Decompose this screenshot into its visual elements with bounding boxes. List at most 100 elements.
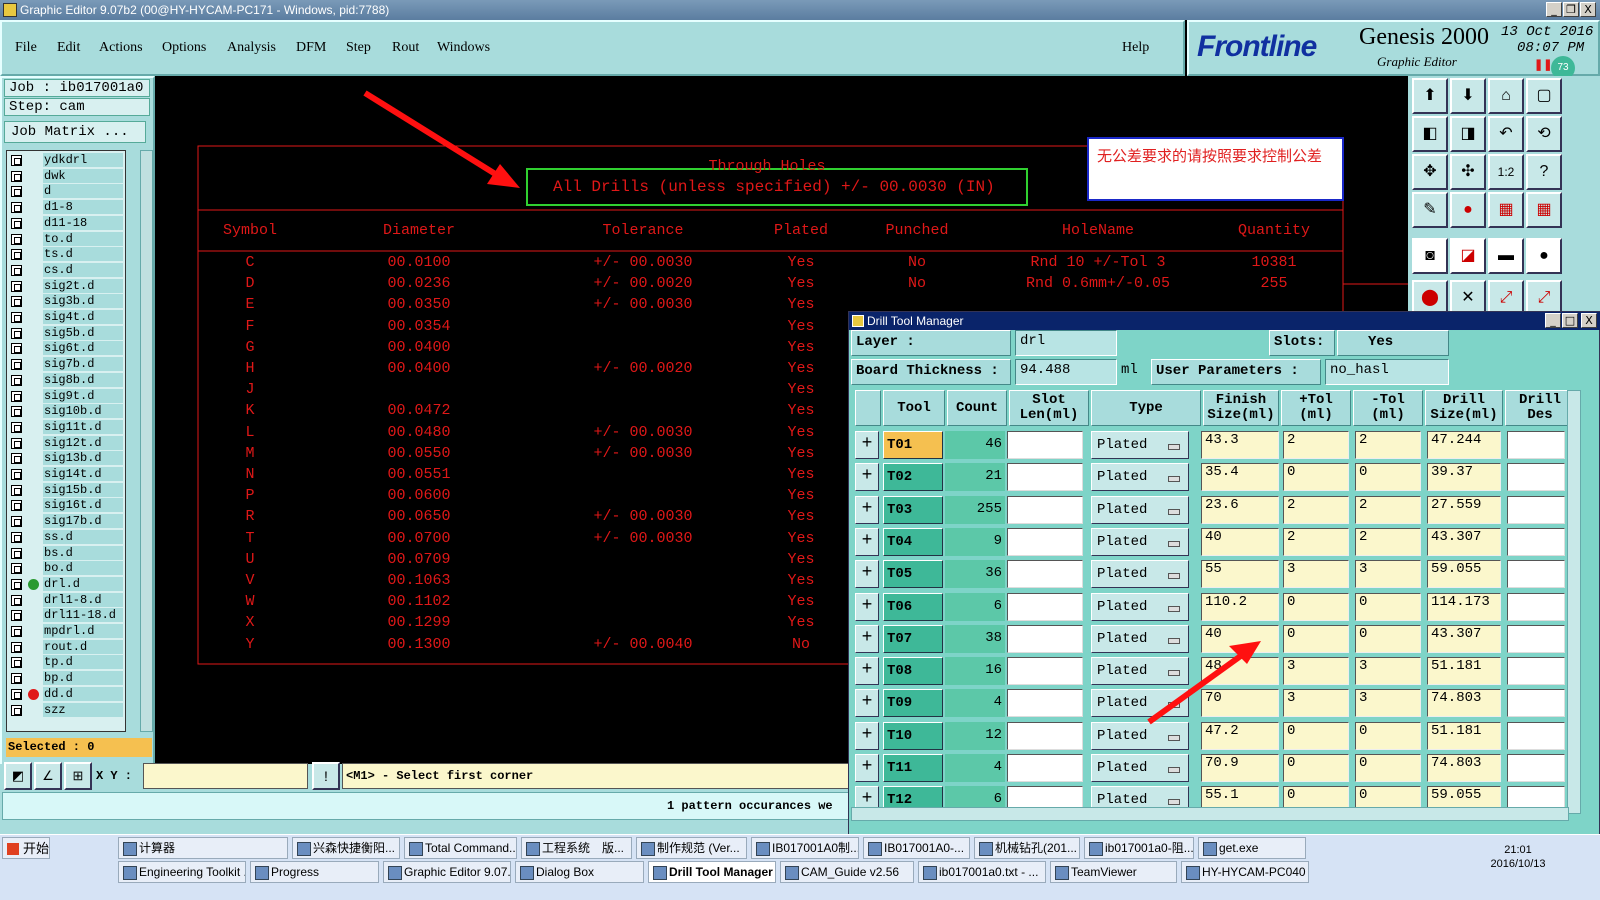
tool-cell[interactable]: T04 (883, 527, 943, 556)
select-tool-icon[interactable]: ◩ (4, 762, 32, 790)
user-parameters-field[interactable]: no_hasl (1325, 359, 1449, 385)
layer-checkbox[interactable] (11, 673, 22, 685)
record-icon[interactable]: ● (1526, 238, 1562, 274)
plus-tol-field[interactable]: 0 (1283, 754, 1349, 782)
layer-checkbox[interactable] (11, 170, 22, 182)
taskbar-item[interactable]: CAM_Guide v2.56 (780, 861, 914, 883)
slot-length-field[interactable] (1007, 431, 1083, 459)
layer-checkbox[interactable] (11, 626, 22, 637)
help-icon[interactable]: ? (1526, 154, 1562, 190)
type-dropdown[interactable]: Plated (1091, 592, 1189, 621)
finish-size-field[interactable]: 43.3 (1201, 431, 1279, 459)
finish-size-field[interactable]: 35.4 (1201, 463, 1279, 492)
taskbar-item[interactable]: Progress (250, 861, 379, 883)
drill-size-field[interactable]: 43.307 (1427, 624, 1501, 653)
layer-row[interactable]: bs.d (7, 545, 125, 561)
close-button[interactable]: X (1580, 2, 1596, 17)
menu-edit[interactable]: Edit (57, 40, 80, 56)
menu-actions[interactable]: Actions (99, 40, 143, 56)
layer-tool-icon[interactable]: ▦ (1488, 192, 1524, 228)
drill-size-field[interactable]: 114.173 (1427, 592, 1501, 621)
slot-length-field[interactable] (1007, 624, 1083, 653)
type-dropdown[interactable]: Plated (1091, 560, 1189, 589)
type-dropdown[interactable]: Plated (1091, 754, 1189, 782)
expand-row-button[interactable]: + (855, 624, 879, 653)
expand-row-button[interactable]: + (855, 754, 879, 782)
layer-row[interactable]: sig10b.d (7, 404, 125, 419)
layer-checkbox[interactable] (11, 421, 22, 433)
layer-row[interactable]: d (7, 184, 125, 199)
expand-row-button[interactable]: + (855, 560, 879, 589)
layer-checkbox[interactable] (11, 312, 22, 323)
layer-checkbox[interactable] (11, 406, 22, 418)
tool-table-vscroll[interactable] (1567, 390, 1581, 814)
finish-size-field[interactable]: 48 (1201, 657, 1279, 686)
layer-checkbox[interactable] (11, 453, 22, 465)
tool-cell[interactable]: T06 (883, 592, 943, 621)
taskbar-item[interactable]: 计算器 (118, 837, 288, 859)
job-matrix-button[interactable]: Job Matrix ... (4, 121, 146, 143)
layer-checkbox[interactable] (11, 531, 22, 543)
menu-options[interactable]: Options (162, 40, 206, 56)
taskbar-item[interactable]: HY-HYCAM-PC040 -... (1181, 861, 1309, 883)
plus-tol-field[interactable]: 0 (1283, 721, 1349, 750)
layer-checkbox[interactable] (11, 249, 22, 261)
layer-row[interactable]: ts.d (7, 247, 125, 262)
layer-row[interactable]: sig15b.d (7, 482, 125, 498)
layer-checkbox[interactable] (11, 657, 22, 669)
layer-row[interactable]: sig12t.d (7, 435, 125, 451)
layer-row[interactable]: d1-8 (7, 200, 125, 215)
pan-right-icon[interactable]: ◨ (1450, 116, 1486, 152)
taskbar-item[interactable]: ib017001a0-阻... (1084, 837, 1194, 859)
type-dropdown[interactable]: Plated (1091, 527, 1189, 556)
layer-checkbox[interactable] (11, 327, 22, 339)
drill-size-field[interactable]: 51.181 (1427, 657, 1501, 686)
expand-row-button[interactable]: + (855, 527, 879, 556)
minimize-button[interactable]: _ (1546, 2, 1562, 17)
menu-analysis[interactable]: Analysis (227, 40, 276, 56)
drill-des-field[interactable] (1507, 721, 1565, 750)
layer-checkbox[interactable] (11, 500, 22, 512)
finish-size-field[interactable]: 23.6 (1201, 495, 1279, 524)
slots-dropdown[interactable]: Yes (1337, 330, 1449, 356)
slot-length-field[interactable] (1007, 721, 1083, 750)
layer-row[interactable]: to.d (7, 231, 125, 247)
plus-tol-field[interactable]: 0 (1283, 592, 1349, 621)
snap-icon[interactable]: ● (1450, 192, 1486, 228)
tool-cell[interactable]: T08 (883, 657, 943, 686)
layer-row[interactable]: bo.d (7, 561, 125, 576)
start-button[interactable]: 开始 (2, 837, 50, 859)
finish-size-field[interactable]: 70.9 (1201, 754, 1279, 782)
layer-checkbox[interactable] (11, 186, 22, 198)
scale-icon[interactable]: 1:2 (1488, 154, 1524, 190)
drill-size-field[interactable]: 47.244 (1427, 431, 1501, 459)
taskbar-item[interactable]: 工程系统 版... (521, 837, 632, 859)
tool-cell[interactable]: T03 (883, 495, 943, 524)
type-dropdown[interactable]: Plated (1091, 721, 1189, 750)
layer-row[interactable]: d11-18 (7, 215, 125, 231)
home-icon[interactable]: ⌂ (1488, 78, 1524, 114)
layer-row[interactable]: dwk (7, 168, 125, 184)
taskbar-item[interactable]: TeamViewer (1050, 861, 1177, 883)
layer-checkbox[interactable] (11, 296, 22, 308)
drill-des-field[interactable] (1507, 657, 1565, 686)
pan-left-icon[interactable]: ◧ (1412, 116, 1448, 152)
drill-des-field[interactable] (1507, 689, 1565, 718)
drill-size-field[interactable]: 27.559 (1427, 495, 1501, 524)
slot-length-field[interactable] (1007, 657, 1083, 686)
slot-length-field[interactable] (1007, 689, 1083, 718)
taskbar-item[interactable]: Graphic Editor 9.07... (383, 861, 511, 883)
layer-checkbox[interactable] (11, 264, 22, 276)
fit-icon[interactable]: ✥ (1412, 154, 1448, 190)
menu-windows[interactable]: Windows (437, 40, 490, 56)
layer-row[interactable]: rout.d (7, 639, 125, 655)
drill-size-field[interactable]: 39.37 (1427, 463, 1501, 492)
draw-icon[interactable]: ◪ (1450, 238, 1486, 274)
layer-row[interactable]: sig7b.d (7, 357, 125, 372)
layer-row[interactable]: drl11-18.d (7, 608, 125, 623)
taskbar-item[interactable]: 兴森快捷衡阳... (292, 837, 400, 859)
expand-row-button[interactable]: + (855, 495, 879, 524)
taskbar-item[interactable]: Dialog Box (515, 861, 644, 883)
layer-row[interactable]: sig8b.d (7, 372, 125, 388)
slot-length-field[interactable] (1007, 495, 1083, 524)
